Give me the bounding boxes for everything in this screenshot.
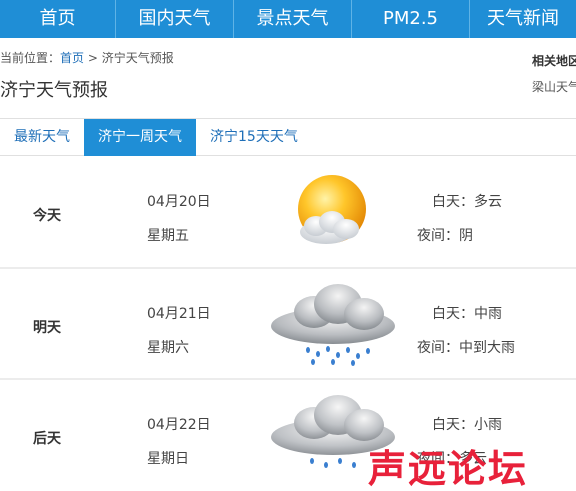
nav-item-weather-news[interactable]: 天气新闻 [470,0,576,38]
related-region-link[interactable]: 梁山天气 [532,78,576,95]
forecast-night-weather: 夜间：中到大雨 [417,340,515,356]
page-title: 济宁天气预报 [0,80,108,101]
forecast-row: 明天 04月21日 星期六 白天：中雨 夜间：中到大雨 [0,270,576,370]
forum-watermark: 声远论坛 [368,447,529,491]
row-divider [0,267,576,269]
nav-item-scenic-weather[interactable]: 景点天气 [234,0,352,38]
breadcrumb-current: 济宁天气预报 [101,51,174,65]
forecast-weekday: 星期日 [147,451,189,467]
forecast-night-weather: 夜间：阴 [417,228,473,244]
tab-latest-weather[interactable]: 最新天气 [0,119,84,156]
forecast-date: 04月21日 [147,306,211,322]
breadcrumb: 当前位置：首页 > 济宁天气预报 [0,49,174,66]
forecast-day-label: 明天 [33,320,61,336]
top-nav: 首页 国内天气 景点天气 PM2.5 天气新闻 [0,0,576,38]
forecast-day-weather: 白天：小雨 [432,417,502,433]
tab-week-weather[interactable]: 济宁一周天气 [84,119,196,156]
nav-item-home[interactable]: 首页 [0,0,116,38]
forecast-date: 04月20日 [147,194,211,210]
forecast-tabs: 最新天气 济宁一周天气 济宁15天天气 [0,118,576,156]
forecast-weekday: 星期五 [147,228,189,244]
breadcrumb-separator: > [84,51,102,65]
nav-item-pm25[interactable]: PM2.5 [352,0,470,38]
nav-item-domestic-weather[interactable]: 国内天气 [116,0,234,38]
forecast-day-weather: 白天：中雨 [432,306,502,322]
row-divider [0,378,576,380]
forecast-day-label: 今天 [33,208,61,224]
rain-cloud-icon [271,284,395,366]
breadcrumb-home-link[interactable]: 首页 [60,51,84,65]
forecast-day-label: 后天 [33,431,61,447]
forecast-day-weather: 白天：多云 [432,194,502,210]
tab-15-day-weather[interactable]: 济宁15天天气 [196,119,312,156]
forecast-weekday: 星期六 [147,340,189,356]
partly-cloudy-sun-icon [298,175,366,244]
related-regions-title: 相关地区 [532,54,576,68]
forecast-date: 04月22日 [147,417,211,433]
forecast-row: 今天 04月20日 星期五 白天：多云 夜间：阴 [0,158,576,258]
breadcrumb-prefix: 当前位置： [0,51,61,65]
